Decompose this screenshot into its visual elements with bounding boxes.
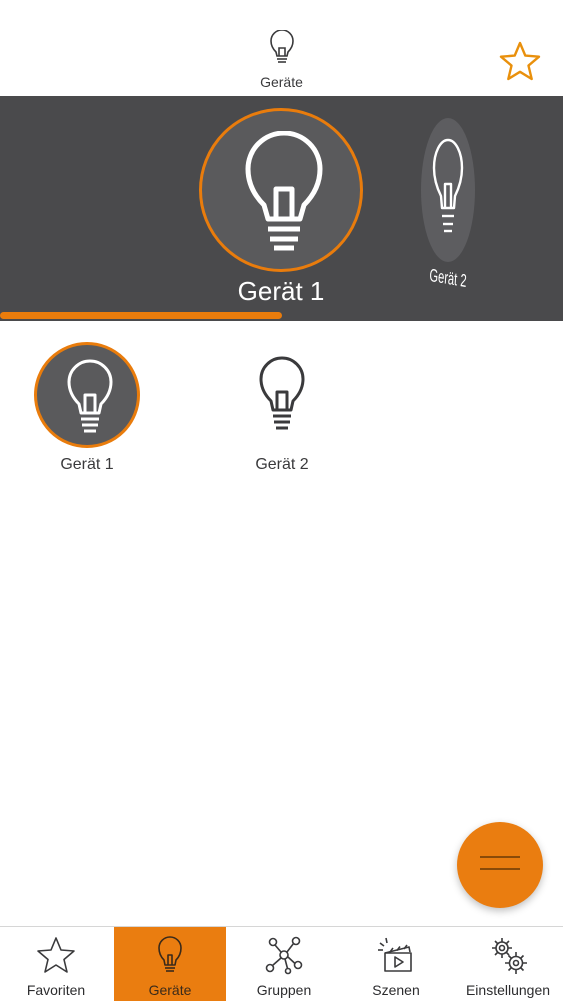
menu-fab-button[interactable] [457,822,543,908]
lightbulb-icon [269,30,294,63]
lightbulb-icon [67,359,113,433]
menu-icon-line [480,868,520,870]
carousel-progress-bar [0,312,282,319]
tab-szenen[interactable]: Szenen [340,927,452,1001]
device-2-label: Gerät 2 [255,456,309,473]
lightbulb-icon [432,138,464,233]
device-2-circle [229,342,335,448]
tab-label: Geräte [148,982,192,998]
star-icon [37,937,75,973]
tab-geraete[interactable]: Geräte [114,927,226,1001]
favorite-star-icon[interactable] [499,40,541,82]
lightbulb-icon [259,356,305,430]
tab-gruppen[interactable]: Gruppen [228,927,340,1001]
device-1-label: Gerät 1 [60,456,114,473]
carousel-next-label: Gerät 2 [428,264,468,292]
tab-label: Favoriten [26,982,86,998]
device-1-circle [34,342,140,448]
carousel-selected-device[interactable] [199,108,363,272]
network-icon [265,936,303,975]
menu-icon [480,856,520,858]
tab-label: Einstellungen [465,982,551,998]
carousel-selected-label: Gerät 1 [237,276,325,306]
gears-icon [492,938,527,974]
header: Geräte [0,0,563,96]
bottom-tab-bar: Favoriten Geräte Gruppen Szenen Einstell… [0,926,563,1001]
device-carousel[interactable]: Gerät 1 Gerät 2 [0,96,563,321]
tab-favoriten[interactable]: Favoriten [0,927,112,1001]
carousel-next-device[interactable] [421,118,475,262]
device-item-2[interactable]: Gerät 2 [222,342,342,474]
tab-label: Szenen [372,982,420,998]
lightbulb-icon [245,131,323,251]
device-item-1[interactable]: Gerät 1 [27,342,147,474]
tab-einstellungen[interactable]: Einstellungen [452,927,563,1001]
tab-label: Gruppen [256,982,312,998]
clapperboard-icon [378,937,412,972]
header-title-group: Geräte [0,30,563,90]
page-title: Geräte [260,74,303,90]
lightbulb-icon [158,936,182,972]
